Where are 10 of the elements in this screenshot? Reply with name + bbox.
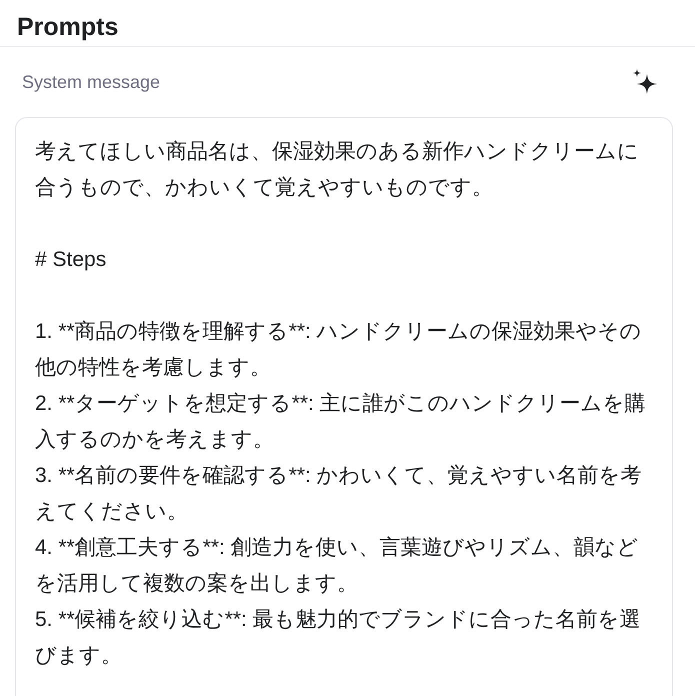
- message-paragraph: 考えてほしい商品名は、保湿効果のある新作ハンドクリームに合うもので、かわいくて覚えやすいものです。: [35, 139, 640, 201]
- message-heading: # Steps: [35, 247, 108, 273]
- message-list-item: 1. **商品の特徴を理解する**: ハンドクリームの保湿効果やその他の特性を考慮します。: [35, 319, 643, 381]
- message-list-item: 2. **ターゲットを想定する**: 主に誰がこのハンドクリームを購入するのかを考えます。: [35, 391, 647, 453]
- system-message-field[interactable]: [15, 117, 673, 696]
- field-label: System message: [22, 72, 160, 92]
- message-list-item: 3. **名前の要件を確認する**: かわいくて、覚えやすい名前を考えてください。: [35, 463, 643, 525]
- message-list-item: 5. **候補を絞り込む**: 最も魅力的でブランドに合った名前を選びます。: [35, 607, 642, 669]
- page-title: Prompts: [17, 12, 118, 43]
- message-list-item: 4. **創意工夫する**: 創造力を使い、言葉遊びやリズム、韻などを活用して複数の案を出します。: [35, 535, 640, 597]
